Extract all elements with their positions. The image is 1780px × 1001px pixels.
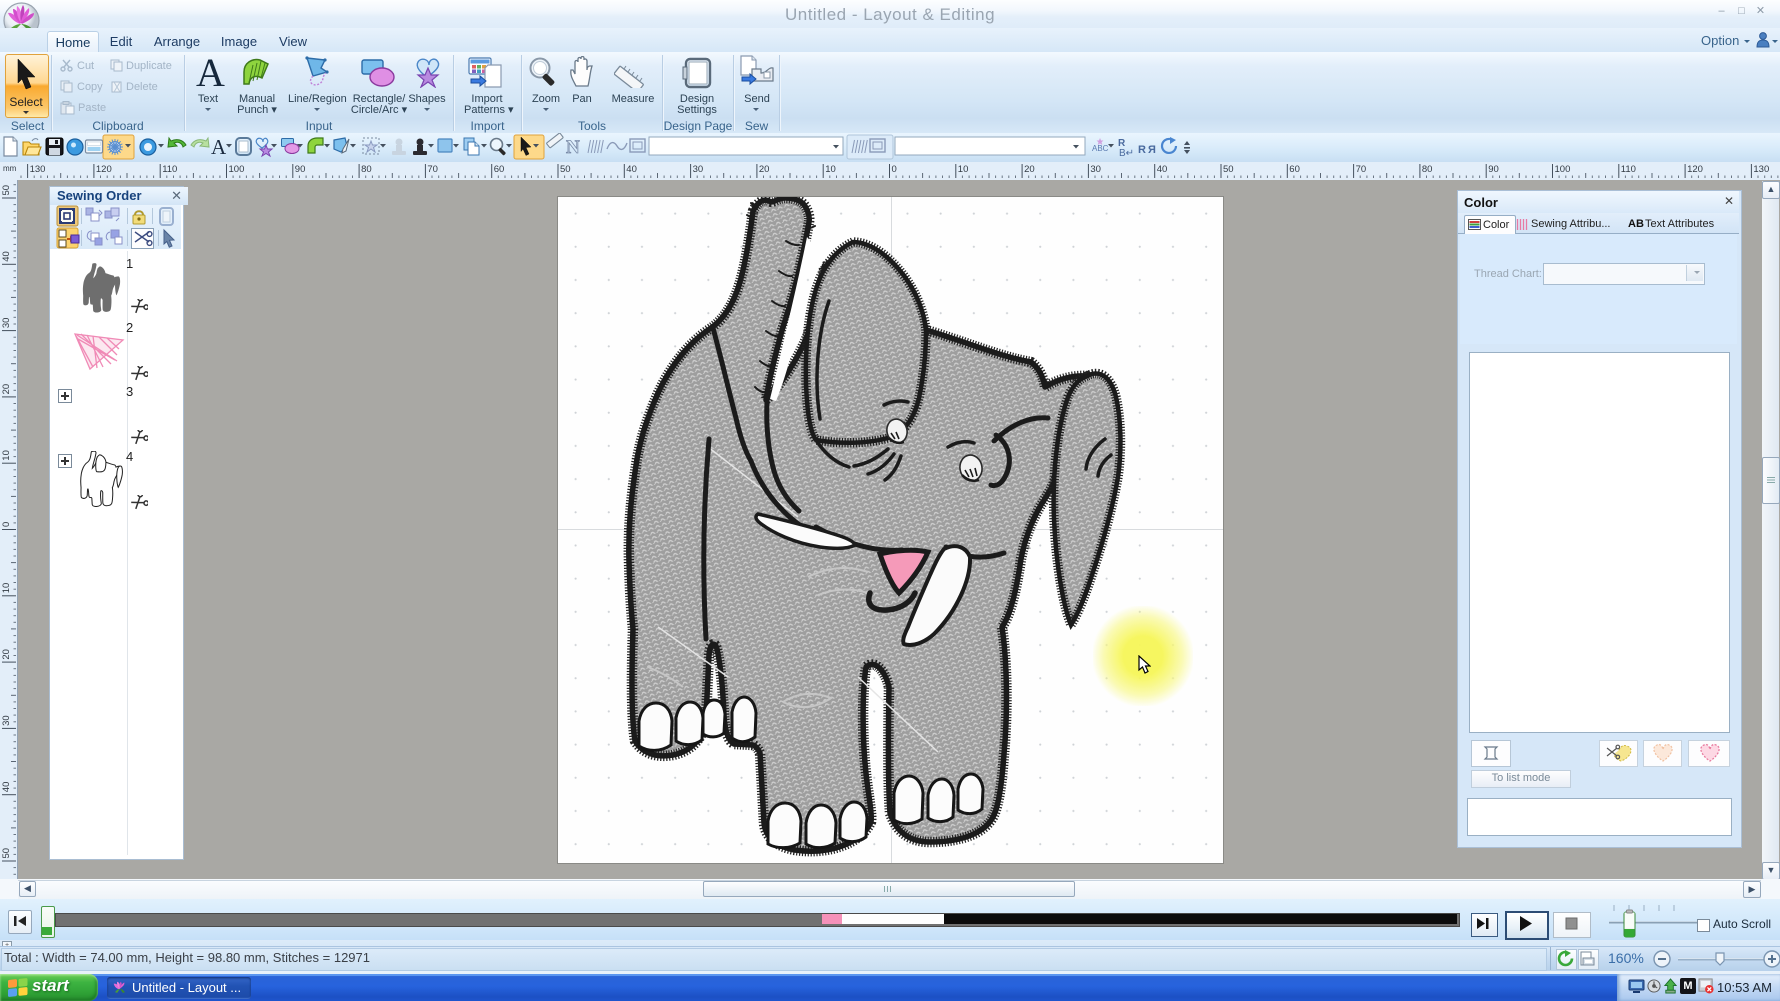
svg-text:50: 50 — [1, 185, 12, 196]
svg-text:mm: mm — [3, 164, 17, 173]
svg-text:110: 110 — [162, 164, 177, 175]
svg-text:0: 0 — [1, 522, 12, 527]
svg-text:N: N — [566, 137, 580, 158]
svg-text:70: 70 — [1356, 164, 1367, 175]
svg-text:20: 20 — [1, 384, 12, 395]
svg-text:30: 30 — [1, 715, 12, 726]
svg-text:ABC: ABC — [1092, 144, 1109, 153]
svg-text:60: 60 — [1289, 164, 1300, 175]
svg-text:10: 10 — [1, 450, 12, 461]
svg-text:110: 110 — [1621, 164, 1636, 175]
svg-text:20: 20 — [1, 649, 12, 660]
svg-text:100: 100 — [1555, 164, 1571, 175]
svg-text:B↵: B↵ — [1119, 148, 1134, 159]
svg-text:R: R — [1138, 144, 1146, 156]
svg-text:70: 70 — [427, 164, 438, 175]
svg-text:30: 30 — [693, 164, 704, 175]
svg-text:90: 90 — [295, 164, 306, 175]
svg-text:40: 40 — [1157, 164, 1168, 175]
svg-text:60: 60 — [494, 164, 505, 175]
svg-text:130: 130 — [30, 164, 46, 175]
svg-text:80: 80 — [1422, 164, 1433, 175]
svg-text:0: 0 — [892, 164, 897, 175]
svg-text:130: 130 — [1753, 164, 1769, 175]
svg-text:120: 120 — [1687, 164, 1703, 175]
svg-text:10: 10 — [825, 164, 836, 175]
svg-text:90: 90 — [1488, 164, 1499, 175]
svg-text:100: 100 — [229, 164, 245, 175]
svg-text:50: 50 — [1223, 164, 1234, 175]
svg-text:40: 40 — [1, 251, 12, 262]
svg-text:30: 30 — [1, 318, 12, 329]
svg-text:80: 80 — [361, 164, 372, 175]
svg-text:20: 20 — [759, 164, 770, 175]
svg-text:50: 50 — [560, 164, 571, 175]
svg-text:A: A — [211, 135, 227, 159]
svg-text:120: 120 — [96, 164, 112, 175]
svg-text:20: 20 — [1024, 164, 1035, 175]
svg-text:10: 10 — [1, 583, 12, 594]
svg-text:40: 40 — [1, 782, 12, 793]
svg-text:50: 50 — [1, 848, 12, 859]
svg-text:30: 30 — [1090, 164, 1101, 175]
svg-text:Я: Я — [1148, 144, 1156, 156]
svg-text:40: 40 — [626, 164, 637, 175]
svg-text:10: 10 — [958, 164, 969, 175]
